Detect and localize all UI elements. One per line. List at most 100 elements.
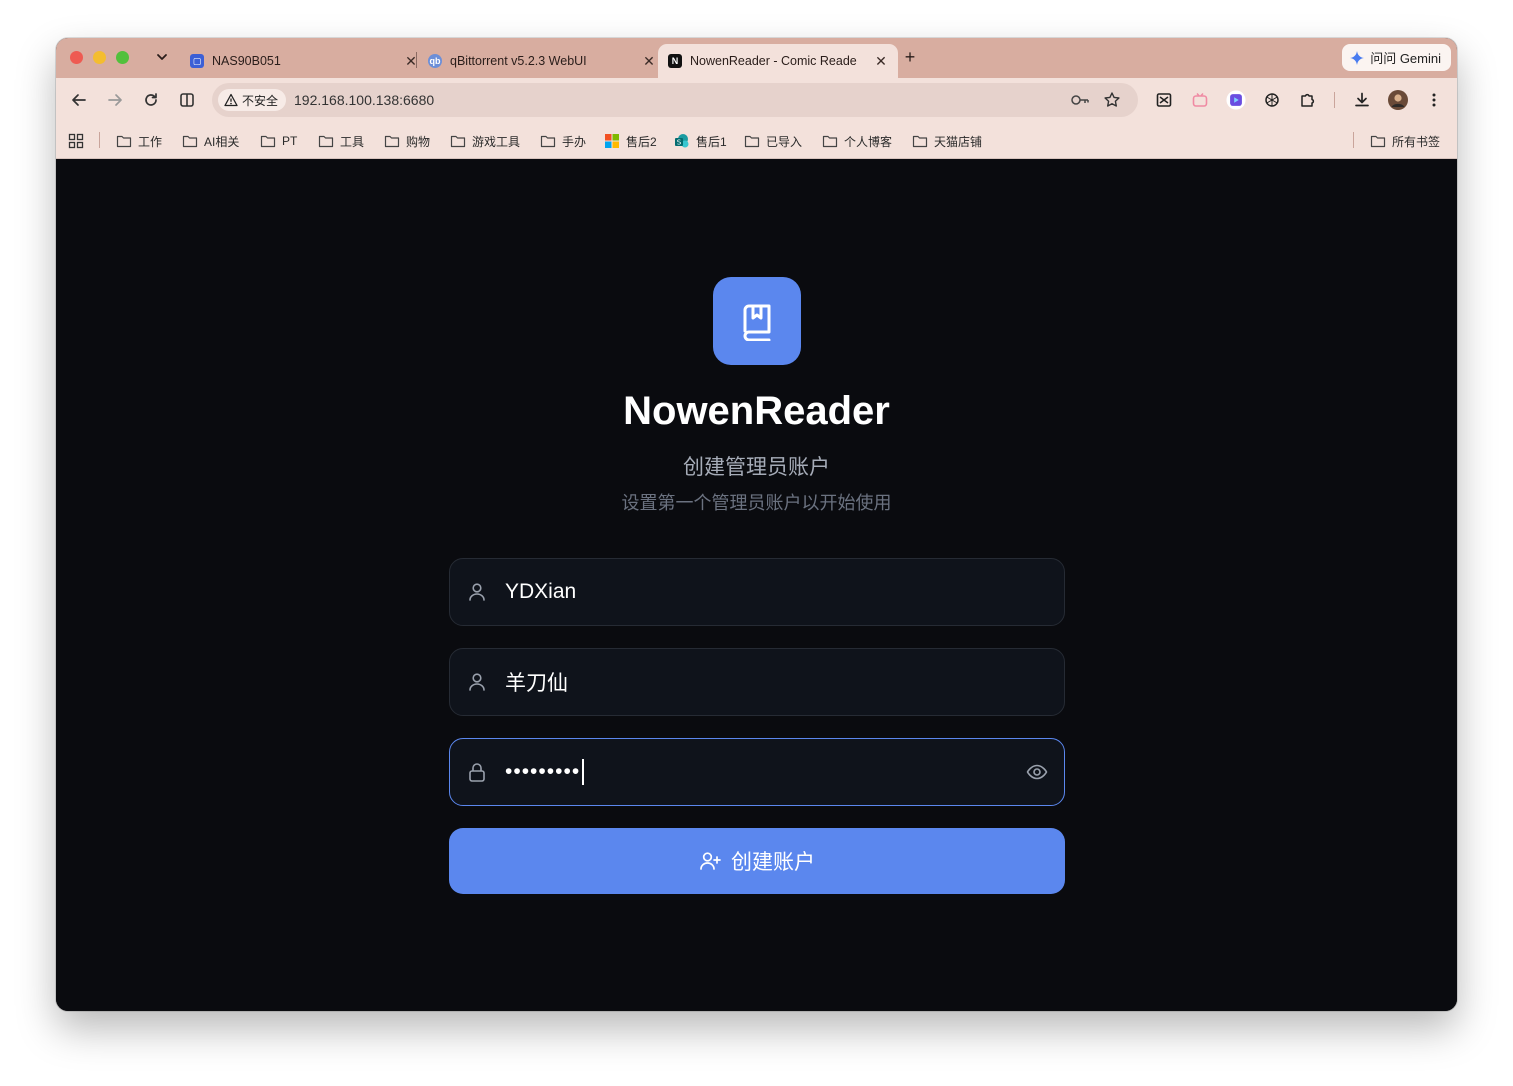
create-account-label: 创建账户 [731, 851, 815, 874]
tab-nas[interactable]: ▢ NAS90B051 ✕ [180, 44, 428, 78]
folder-icon [182, 135, 198, 148]
tab-title: NAS90B051 [212, 54, 281, 68]
username-field[interactable] [449, 558, 1065, 626]
minimize-window-button[interactable] [93, 51, 106, 64]
folder-icon [1370, 135, 1386, 148]
bookmark-aftersales-1[interactable]: S 售后1 [674, 133, 727, 149]
new-tab-button[interactable]: + [901, 48, 919, 66]
svg-text:S: S [677, 139, 682, 147]
bookmark-label: PT [282, 134, 298, 148]
reload-icon[interactable] [141, 90, 161, 110]
tab-nowenreader[interactable]: N NowenReader - Comic Reade ✕ [658, 44, 898, 78]
bookmark-pt[interactable]: PT [260, 133, 297, 149]
gemini-star-icon [1350, 50, 1365, 65]
page-subtitle: 创建管理员账户 [683, 456, 830, 479]
bookmark-blog[interactable]: 个人博客 [822, 133, 892, 149]
bilibili-extension-icon[interactable] [1190, 90, 1210, 110]
tab-title: NowenReader - Comic Reade [690, 54, 857, 68]
close-tab-icon[interactable]: ✕ [642, 54, 656, 68]
extensions-puzzle-icon[interactable] [1298, 90, 1318, 110]
bookmark-label: 游戏工具 [472, 134, 521, 149]
folder-icon [450, 135, 466, 148]
password-field[interactable] [449, 738, 1065, 806]
profile-avatar-icon[interactable] [1388, 90, 1408, 110]
menu-kebab-icon[interactable] [1424, 90, 1444, 110]
address-bar[interactable]: 不安全 192.168.100.138:6680 [212, 83, 1138, 117]
password-input[interactable] [505, 739, 1005, 805]
bookmarks-bar: 工作 AI相关 PT 工具 购物 游戏工具 手办 售后2 S 售后1 已导入 个… [56, 122, 1457, 159]
user-icon [469, 673, 485, 691]
eye-icon[interactable] [1026, 761, 1048, 783]
bookmark-label: 个人博客 [844, 134, 893, 149]
bookmark-label: AI相关 [204, 134, 240, 149]
maximize-window-button[interactable] [116, 51, 129, 64]
lock-icon [469, 763, 485, 782]
bookmark-label: 已导入 [766, 134, 803, 149]
qbittorrent-icon: qb [428, 54, 442, 68]
bookmark-label: 售后2 [626, 134, 657, 149]
bookmark-imported[interactable]: 已导入 [744, 133, 802, 149]
password-key-icon[interactable] [1070, 90, 1090, 110]
page-content: NowenReader 创建管理员账户 设置第一个管理员账户以开始使用 创建账户 [56, 159, 1457, 1011]
bookmark-work[interactable]: 工作 [116, 133, 162, 149]
folder-icon [744, 135, 760, 148]
bookmark-aftersales-2[interactable]: 售后2 [604, 133, 657, 149]
bookmark-label: 手办 [562, 134, 587, 149]
split-view-icon[interactable] [177, 90, 197, 110]
screen-capture-extension-icon[interactable] [1154, 90, 1174, 110]
nickname-field[interactable] [449, 648, 1065, 716]
gemini-button[interactable]: 问问 Gemini [1342, 44, 1451, 71]
folder-icon [540, 135, 556, 148]
bookmark-figures[interactable]: 手办 [540, 133, 586, 149]
download-icon[interactable] [1352, 90, 1372, 110]
url-text[interactable]: 192.168.100.138:6680 [294, 92, 434, 108]
folder-icon [260, 135, 276, 148]
security-label: 不安全 [242, 93, 279, 108]
tab-qbittorrent[interactable]: qb qBittorrent v5.2.3 WebUI ✕ [418, 44, 666, 78]
tab-strip: ▢ NAS90B051 ✕ qb qBittorrent v5.2.3 WebU… [56, 38, 1457, 78]
nickname-input[interactable] [505, 649, 1005, 715]
sharepoint-icon: S [675, 134, 689, 148]
gemini-label: 问问 Gemini [1370, 51, 1441, 66]
bookmark-label: 所有书签 [1392, 134, 1441, 149]
browser-window: ▢ NAS90B051 ✕ qb qBittorrent v5.2.3 WebU… [56, 38, 1457, 1011]
apps-grid-icon[interactable] [68, 133, 84, 149]
username-input[interactable] [505, 559, 1005, 625]
user-plus-icon [700, 852, 721, 870]
folder-icon [822, 135, 838, 148]
page-description: 设置第一个管理员账户以开始使用 [621, 493, 892, 513]
folder-icon [116, 135, 132, 148]
tab-title: qBittorrent v5.2.3 WebUI [450, 54, 587, 68]
bookmark-ai[interactable]: AI相关 [182, 133, 239, 149]
text-caret [582, 759, 584, 785]
bookmark-tmall-store[interactable]: 天猫店铺 [912, 133, 982, 149]
forward-arrow-icon[interactable] [105, 90, 125, 110]
user-icon [469, 583, 485, 601]
bookmark-label: 工具 [340, 134, 365, 149]
nowen-icon: N [668, 54, 682, 68]
create-account-button[interactable]: 创建账户 [449, 828, 1065, 894]
openai-extension-icon[interactable] [1262, 90, 1282, 110]
back-arrow-icon[interactable] [69, 90, 89, 110]
video-extension-icon[interactable] [1226, 90, 1246, 110]
all-bookmarks[interactable]: 所有书签 [1370, 133, 1440, 149]
warning-icon [224, 93, 238, 107]
microsoft-icon [605, 134, 619, 148]
close-window-button[interactable] [70, 51, 83, 64]
book-bookmark-icon [743, 304, 771, 341]
app-title: NowenReader [623, 389, 890, 433]
app-logo [713, 277, 801, 365]
bookmarks-divider [1353, 132, 1354, 148]
bookmark-shopping[interactable]: 购物 [384, 133, 430, 149]
tab-search-chevron-icon[interactable] [153, 48, 171, 66]
bookmark-label: 工作 [138, 134, 163, 149]
bookmark-tools[interactable]: 工具 [318, 133, 364, 149]
bookmark-star-icon[interactable] [1102, 90, 1122, 110]
tab-divider [416, 52, 417, 68]
close-tab-icon[interactable]: ✕ [874, 54, 888, 68]
bookmark-label: 售后1 [696, 134, 727, 149]
folder-icon [318, 135, 334, 148]
bookmark-game-tools[interactable]: 游戏工具 [450, 133, 520, 149]
bookmark-label: 天猫店铺 [934, 134, 983, 149]
security-chip[interactable]: 不安全 [218, 89, 287, 111]
